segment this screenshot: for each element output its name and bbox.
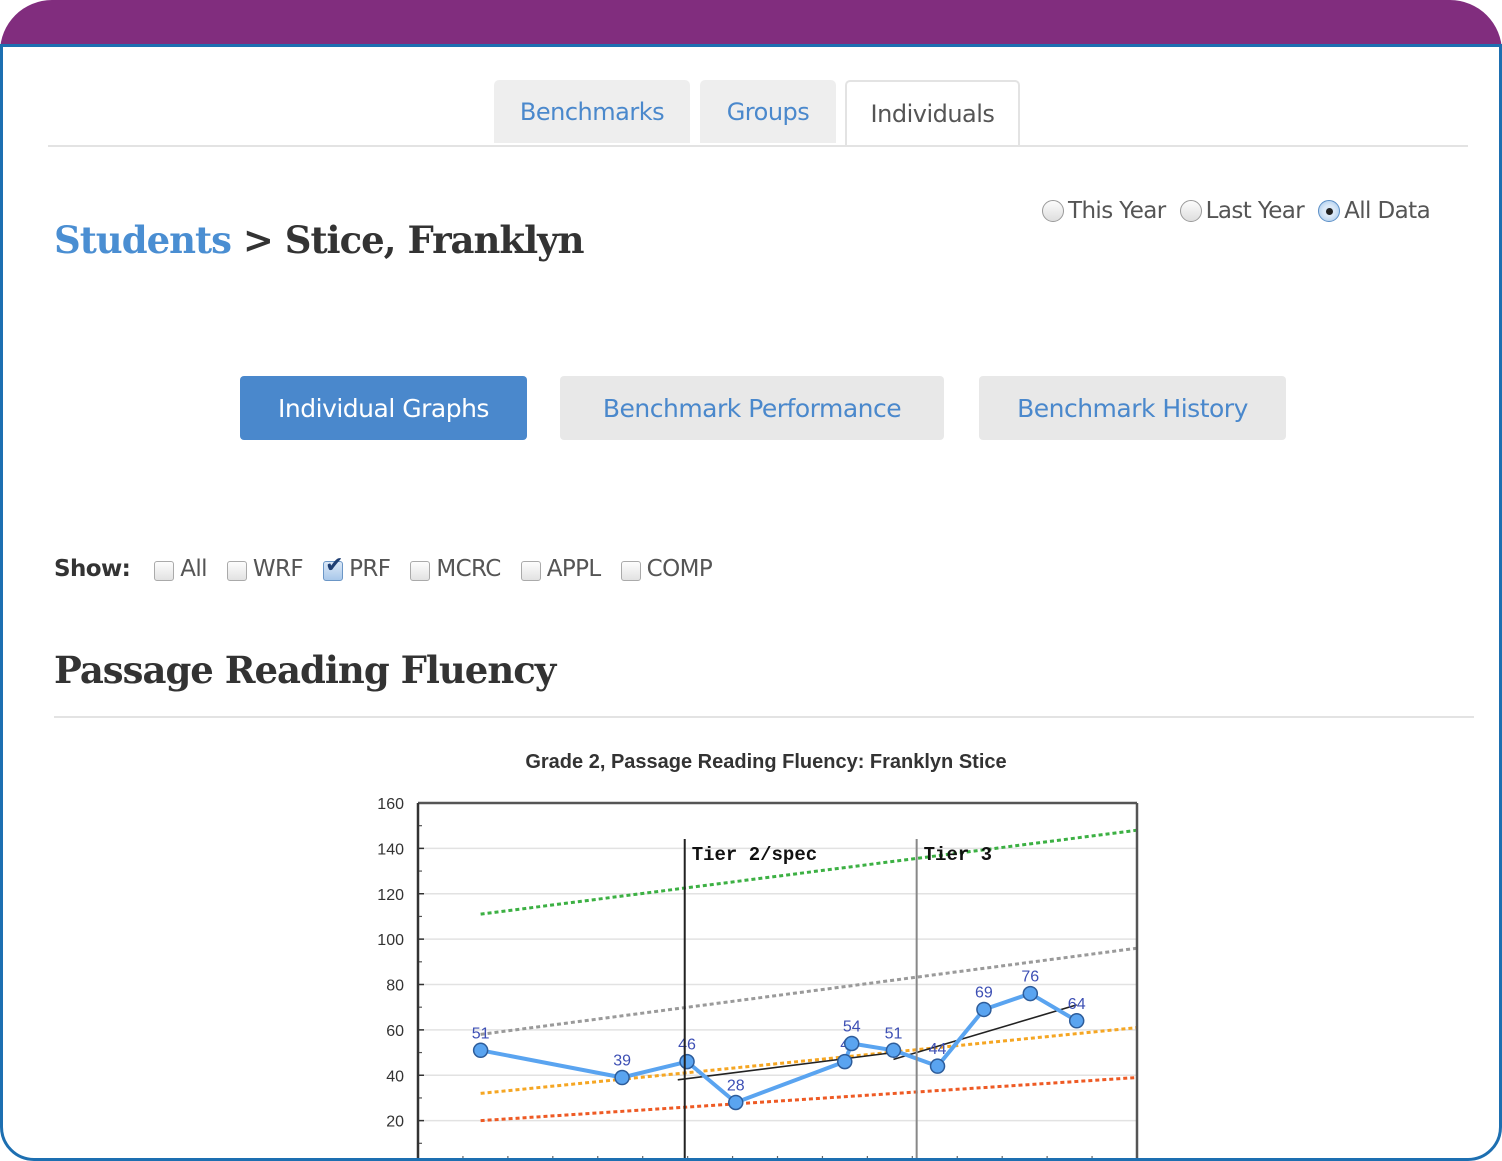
data-point xyxy=(679,1053,695,1070)
y-tick-label: 60 xyxy=(386,1023,404,1040)
aimline xyxy=(480,946,1138,1036)
data-label: 46 xyxy=(678,1037,696,1054)
data-point xyxy=(728,1094,744,1111)
aimline xyxy=(480,1026,1138,1095)
chart-series: 513946284545144697664 xyxy=(472,828,1138,1123)
y-tick-label: 80 xyxy=(386,978,404,995)
data-point xyxy=(1022,985,1039,1002)
data-point xyxy=(1068,1013,1085,1029)
data-point xyxy=(472,1042,489,1059)
data-label: 51 xyxy=(472,1025,490,1042)
aimline xyxy=(480,828,1138,916)
data-point xyxy=(843,1035,860,1052)
data-point xyxy=(929,1058,946,1074)
y-tick-label: 140 xyxy=(377,841,404,858)
data-label: 64 xyxy=(1068,996,1086,1013)
y-tick-label: 160 xyxy=(377,796,404,813)
data-point xyxy=(976,1001,992,1018)
phase-label: Tier 3 xyxy=(924,844,992,866)
data-label: 39 xyxy=(613,1053,631,1070)
phase-label: Tier 2/spec xyxy=(692,844,817,866)
data-label: 44 xyxy=(929,1041,947,1058)
data-point xyxy=(614,1069,630,1086)
data-point xyxy=(885,1042,902,1059)
y-tick-label: 100 xyxy=(377,932,404,949)
y-tick-label: 120 xyxy=(377,887,404,904)
data-label: 54 xyxy=(843,1018,861,1035)
data-label: 76 xyxy=(1021,969,1039,986)
prf-chart: Grade 2, Passage Reading Fluency: Frankl… xyxy=(377,751,1139,1158)
data-label: 28 xyxy=(727,1077,745,1094)
y-tick-label: 20 xyxy=(386,1114,404,1131)
y-tick-label: 40 xyxy=(386,1068,404,1085)
data-label: 51 xyxy=(885,1025,903,1042)
data-label: 69 xyxy=(975,984,993,1001)
chart-title: Grade 2, Passage Reading Fluency: Frankl… xyxy=(525,751,1006,773)
data-point xyxy=(837,1053,853,1070)
